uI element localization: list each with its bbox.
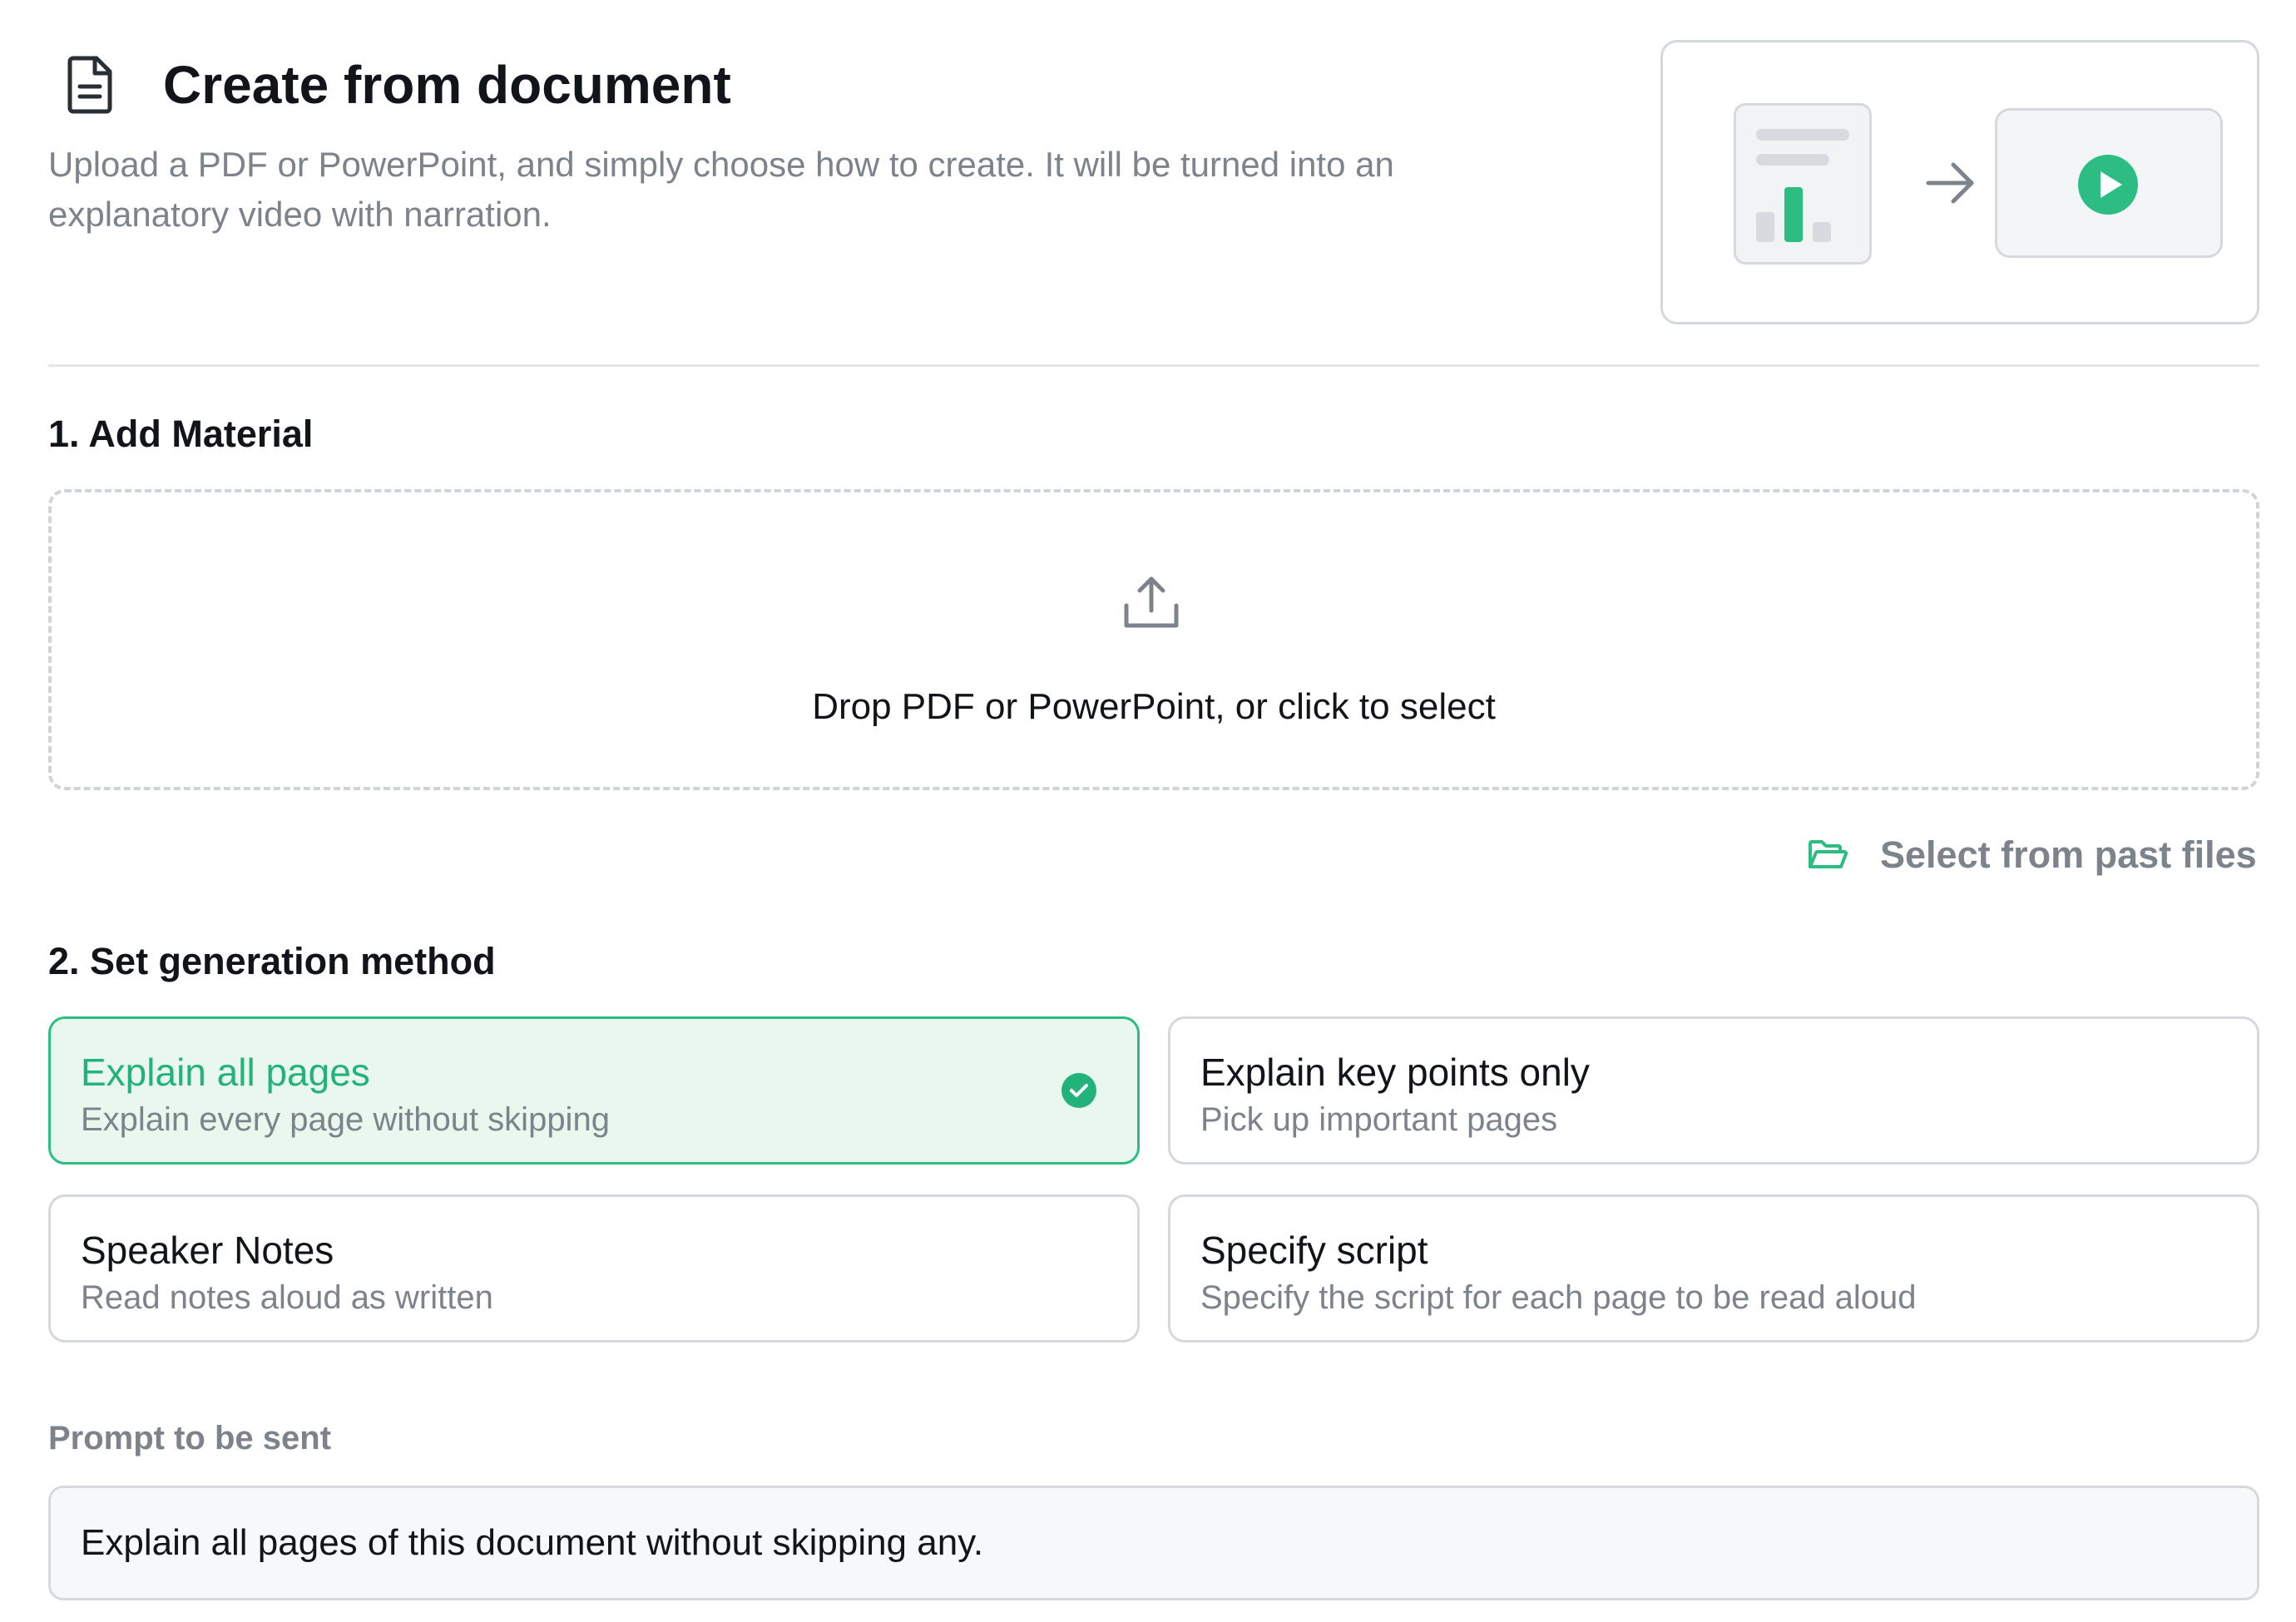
check-circle-icon	[1061, 1072, 1097, 1109]
document-chart-icon	[1734, 103, 1872, 265]
option-subtitle: Read notes aloud as written	[81, 1279, 493, 1316]
dropzone-label: Drop PDF or PowerPoint, or click to sele…	[812, 686, 1496, 727]
prompt-value: Explain all pages of this document witho…	[81, 1522, 984, 1563]
section-title-add-material: 1. Add Material	[48, 413, 314, 455]
option-subtitle: Specify the script for each page to be r…	[1200, 1279, 1917, 1316]
play-icon	[2076, 153, 2140, 216]
page-description: Upload a PDF or PowerPoint, and simply c…	[48, 145, 1394, 234]
option-speaker-notes[interactable]: Speaker Notes Read notes aloud as writte…	[48, 1194, 1140, 1343]
option-explain-all-pages[interactable]: Explain all pages Explain every page wit…	[48, 1016, 1140, 1165]
option-specify-script[interactable]: Specify script Specify the script for ea…	[1168, 1194, 2259, 1343]
option-title: Explain all pages	[81, 1051, 370, 1094]
page-title: Create from document	[163, 55, 731, 115]
arrow-right-icon	[1923, 158, 1978, 208]
past-files-label: Select from past files	[1880, 833, 2257, 876]
option-subtitle: Explain every page without skipping	[81, 1101, 610, 1138]
file-dropzone[interactable]	[48, 489, 2259, 790]
select-past-files-button[interactable]: Select from past files	[1807, 830, 2257, 880]
folder-open-icon	[1807, 838, 1848, 872]
document-icon	[63, 55, 118, 115]
section-title-generation-method: 2. Set generation method	[48, 940, 496, 982]
option-title: Speaker Notes	[81, 1229, 334, 1272]
option-explain-key-points[interactable]: Explain key points only Pick up importan…	[1168, 1016, 2259, 1165]
option-subtitle: Pick up important pages	[1200, 1101, 1558, 1138]
upload-icon	[1121, 572, 1181, 632]
prompt-field[interactable]: Explain all pages of this document witho…	[48, 1486, 2259, 1600]
option-title: Specify script	[1200, 1229, 1428, 1272]
header-divider	[48, 364, 2259, 367]
prompt-label: Prompt to be sent	[48, 1420, 332, 1456]
option-title: Explain key points only	[1200, 1051, 1590, 1094]
